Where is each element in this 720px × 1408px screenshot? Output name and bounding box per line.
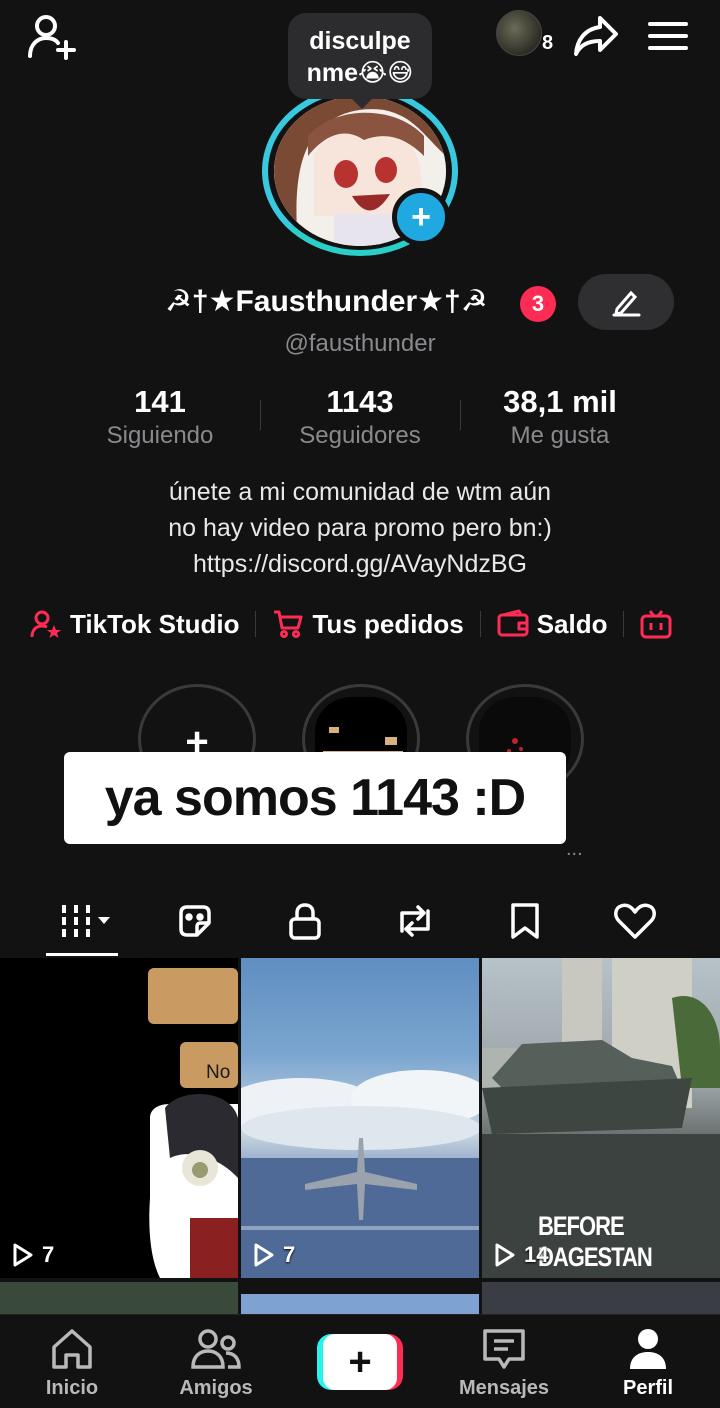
person-star-icon <box>30 610 61 638</box>
add-story-button[interactable]: + <box>392 188 450 246</box>
lock-icon <box>289 903 321 940</box>
nav-label: Perfil <box>622 1377 674 1399</box>
cart-icon <box>274 610 303 638</box>
create-video-button[interactable]: + <box>317 1333 403 1390</box>
stat-value: 38,1 mil <box>503 384 617 419</box>
stat-following[interactable]: 141 Siguiendo <box>60 384 260 454</box>
profile-bio: únete a mi comunidad de wtm aún no hay v… <box>0 474 720 582</box>
bottom-navigation: Inicio Amigos + Mensajes Perfil <box>0 1314 720 1408</box>
view-count: 7 <box>12 1242 54 1268</box>
status-note-bubble[interactable]: disculpe nme😭😅 <box>288 13 432 109</box>
stat-label: Siguiendo <box>106 422 214 449</box>
display-name: ☭†★Fausthunder★†☭ <box>165 285 488 318</box>
divider <box>623 611 625 637</box>
heart-icon <box>614 903 656 939</box>
play-icon <box>13 1243 33 1267</box>
visitor-count: 8 <box>542 32 554 54</box>
nav-friends[interactable]: Amigos <box>144 1315 288 1408</box>
video-caption-overlay: ya somos 1143 :D <box>64 752 566 844</box>
messages-icon <box>483 1329 525 1369</box>
bio-link[interactable]: https://discord.gg/AVayNdzBG <box>0 546 720 582</box>
view-count-value: 14 <box>524 1242 549 1267</box>
view-count-value: 7 <box>283 1242 296 1267</box>
add-friend-icon[interactable] <box>22 8 82 64</box>
visitor-avatar <box>496 10 542 56</box>
notification-badge[interactable]: 3 <box>520 286 556 322</box>
wallet-icon <box>497 609 529 637</box>
stat-likes[interactable]: 38,1 mil Me gusta <box>460 384 660 454</box>
nav-home[interactable]: Inicio <box>0 1315 144 1408</box>
tab-favorites[interactable] <box>470 886 580 956</box>
view-count: 14 <box>494 1242 548 1268</box>
video-thumbnail[interactable]: 7 <box>241 958 479 1278</box>
play-icon <box>495 1243 515 1267</box>
tab-private[interactable] <box>250 886 360 956</box>
play-icon <box>254 1243 274 1267</box>
divider <box>255 611 257 637</box>
pencil-icon <box>612 290 641 317</box>
bookmark-icon <box>511 903 539 939</box>
nav-label: Amigos <box>179 1377 253 1399</box>
profile-avatar-container[interactable]: + <box>262 86 458 256</box>
menu-icon[interactable] <box>640 8 696 64</box>
username-handle: @fausthunder <box>284 330 436 357</box>
balance-link[interactable]: Saldo <box>497 608 608 640</box>
link-label: TikTok Studio <box>70 608 240 639</box>
nav-messages[interactable]: Mensajes <box>432 1315 576 1408</box>
bio-line: únete a mi comunidad de wtm aún <box>168 478 552 506</box>
nav-label: Mensajes <box>458 1377 550 1399</box>
video-thumbnail[interactable]: BEFORE DAGESTAN 14 <box>482 958 720 1278</box>
status-note-line1: disculpe <box>309 27 411 55</box>
stat-label: Me gusta <box>510 422 610 449</box>
stat-value: 141 <box>134 384 186 419</box>
highlight-more-indicator: ... <box>566 838 583 860</box>
video-overlay-text: No <box>206 1062 231 1083</box>
friends-icon <box>191 1329 241 1369</box>
live-link[interactable] <box>640 609 680 639</box>
repost-icon <box>400 905 430 937</box>
plus-icon: + <box>323 1333 397 1390</box>
grid-icon <box>62 905 110 937</box>
sticker-icon <box>179 905 211 937</box>
divider <box>479 611 481 637</box>
create-button-wrapper: + <box>288 1315 432 1408</box>
share-icon[interactable] <box>568 8 624 64</box>
orders-link[interactable]: Tus pedidos <box>272 608 464 640</box>
profile-name-row: ☭†★Fausthunder★†☭ 3 <box>0 274 720 330</box>
tab-liked[interactable] <box>580 886 690 956</box>
link-label: Tus pedidos <box>312 608 464 639</box>
tab-reposts[interactable] <box>360 886 470 956</box>
nav-label: Inicio <box>45 1377 99 1399</box>
link-label: Saldo <box>536 608 608 639</box>
view-count-value: 7 <box>42 1242 55 1267</box>
profile-icon <box>630 1329 666 1369</box>
stat-value: 1143 <box>326 384 394 419</box>
quick-links-row: TikTok Studio Tus pedidos Saldo <box>30 604 720 644</box>
stat-label: Seguidores <box>299 422 421 449</box>
view-count: 7 <box>253 1242 295 1268</box>
nav-profile[interactable]: Perfil <box>576 1315 720 1408</box>
stat-followers[interactable]: 1143 Seguidores <box>260 384 460 454</box>
profile-visitors-button[interactable]: 8 <box>496 10 560 58</box>
tab-videos[interactable] <box>30 886 140 956</box>
tab-stickers[interactable] <box>140 886 250 956</box>
tv-icon <box>640 610 672 639</box>
tiktok-studio-link[interactable]: TikTok Studio <box>30 609 239 640</box>
video-grid: No 7 7 BEFORE DAGESTAN 14 <box>0 958 720 1324</box>
profile-stats: 141 Siguiendo 1143 Seguidores 38,1 mil M… <box>60 384 660 454</box>
bio-line: no hay video para promo pero bn:) <box>168 514 552 542</box>
video-thumbnail[interactable]: No 7 <box>0 958 238 1278</box>
edit-profile-button[interactable] <box>578 274 674 330</box>
content-tabs <box>30 886 690 956</box>
video-overlay-text: BEFORE DAGESTAN <box>538 1210 653 1272</box>
home-icon <box>52 1329 92 1369</box>
status-note-line2: nme😭😅 <box>306 59 414 87</box>
